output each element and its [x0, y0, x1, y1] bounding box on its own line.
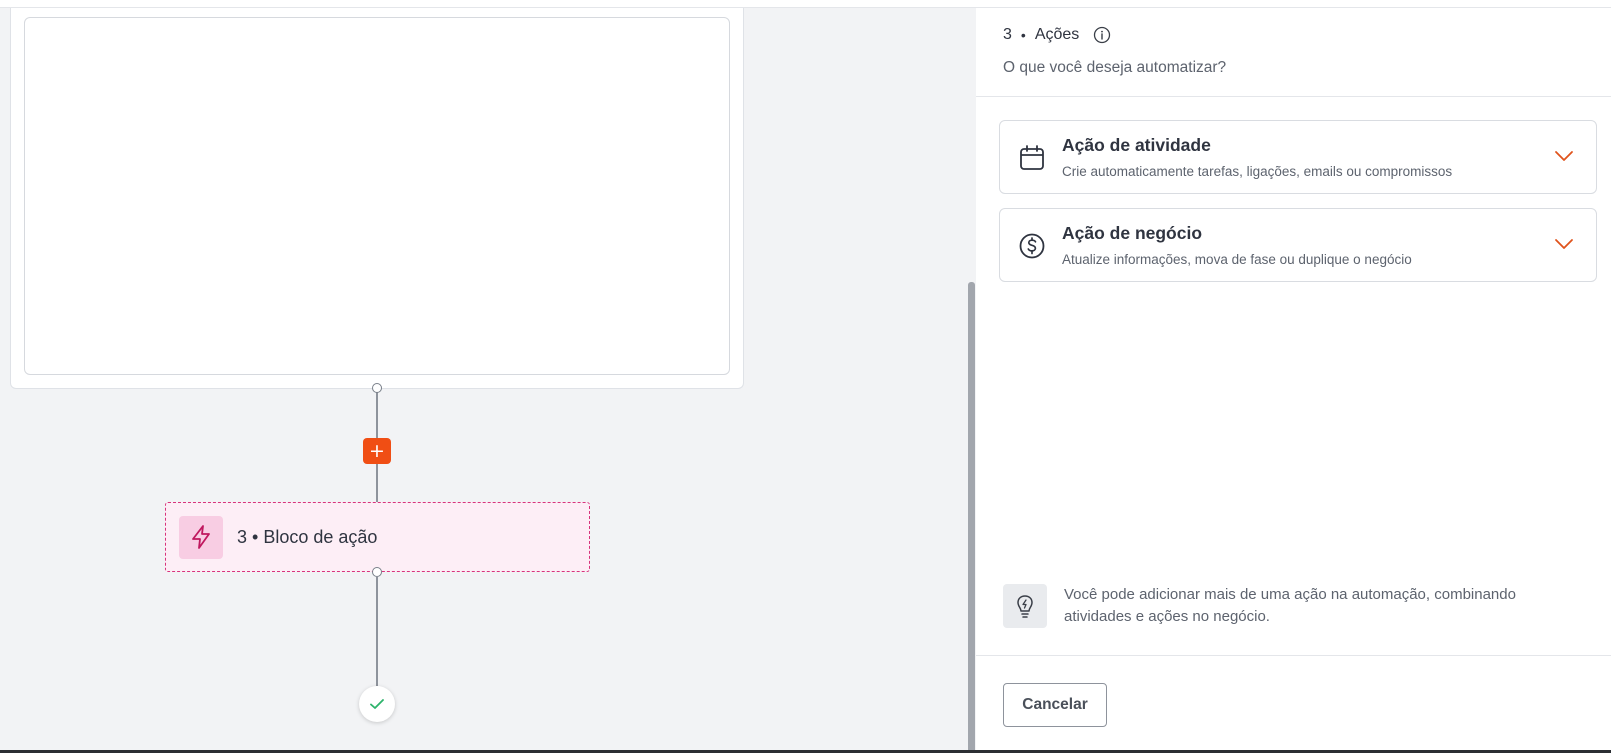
chevron-down-icon[interactable] — [1554, 237, 1574, 251]
option-activity-action[interactable]: Ação de atividade Crie automaticamente t… — [999, 120, 1597, 194]
tip-box: Você pode adicionar mais de uma ação na … — [1003, 584, 1593, 634]
connector-line — [376, 464, 378, 502]
connector-line — [376, 392, 378, 438]
add-step-button[interactable]: + — [363, 438, 391, 464]
option-description: Atualize informações, mova de fase ou du… — [1062, 252, 1412, 267]
calendar-icon — [1020, 145, 1044, 170]
step-number: 3 — [1003, 26, 1012, 43]
tip-text: Você pode adicionar mais de uma ação na … — [1064, 586, 1516, 625]
panel-header: 3 • Ações O que você deseja automatizar? — [976, 8, 1611, 97]
previous-step-content — [24, 17, 730, 375]
panel-scrollbar-thumb[interactable] — [968, 282, 975, 753]
lightbulb-icon — [1017, 595, 1033, 618]
tip-icon-badge — [1003, 584, 1047, 628]
dollar-circle-icon — [1019, 233, 1045, 259]
cancel-button[interactable]: Cancelar — [1003, 683, 1107, 727]
separator: • — [1020, 27, 1026, 43]
action-block-title: 3 • Bloco de ação — [237, 526, 378, 547]
panel-footer: Cancelar — [976, 655, 1611, 753]
option-title: Ação de atividade — [1062, 135, 1211, 155]
chevron-down-icon[interactable] — [1554, 149, 1574, 163]
option-description: Crie automaticamente tarefas, ligações, … — [1062, 164, 1453, 179]
info-icon[interactable] — [1093, 26, 1111, 44]
checkmark-icon — [370, 699, 384, 709]
output-port[interactable] — [372, 383, 382, 393]
panel-title: 3 • Ações — [1003, 26, 1111, 44]
panel-title-text: Ações — [1034, 26, 1080, 43]
actions-panel: 3 • Ações O que você deseja automatizar?… — [976, 8, 1611, 753]
connector-line — [376, 576, 378, 686]
panel-subtitle: O que você deseja automatizar? — [1003, 59, 1227, 76]
workflow-canvas[interactable]: + 3 • Bloco de ação — [0, 0, 968, 753]
lightning-icon — [192, 525, 210, 549]
action-block-badge — [179, 515, 223, 559]
end-node — [359, 686, 395, 722]
option-deal-action[interactable]: Ação de negócio Atualize informações, mo… — [999, 208, 1597, 282]
action-block-node[interactable]: 3 • Bloco de ação — [165, 502, 590, 572]
option-title: Ação de negócio — [1062, 223, 1203, 243]
